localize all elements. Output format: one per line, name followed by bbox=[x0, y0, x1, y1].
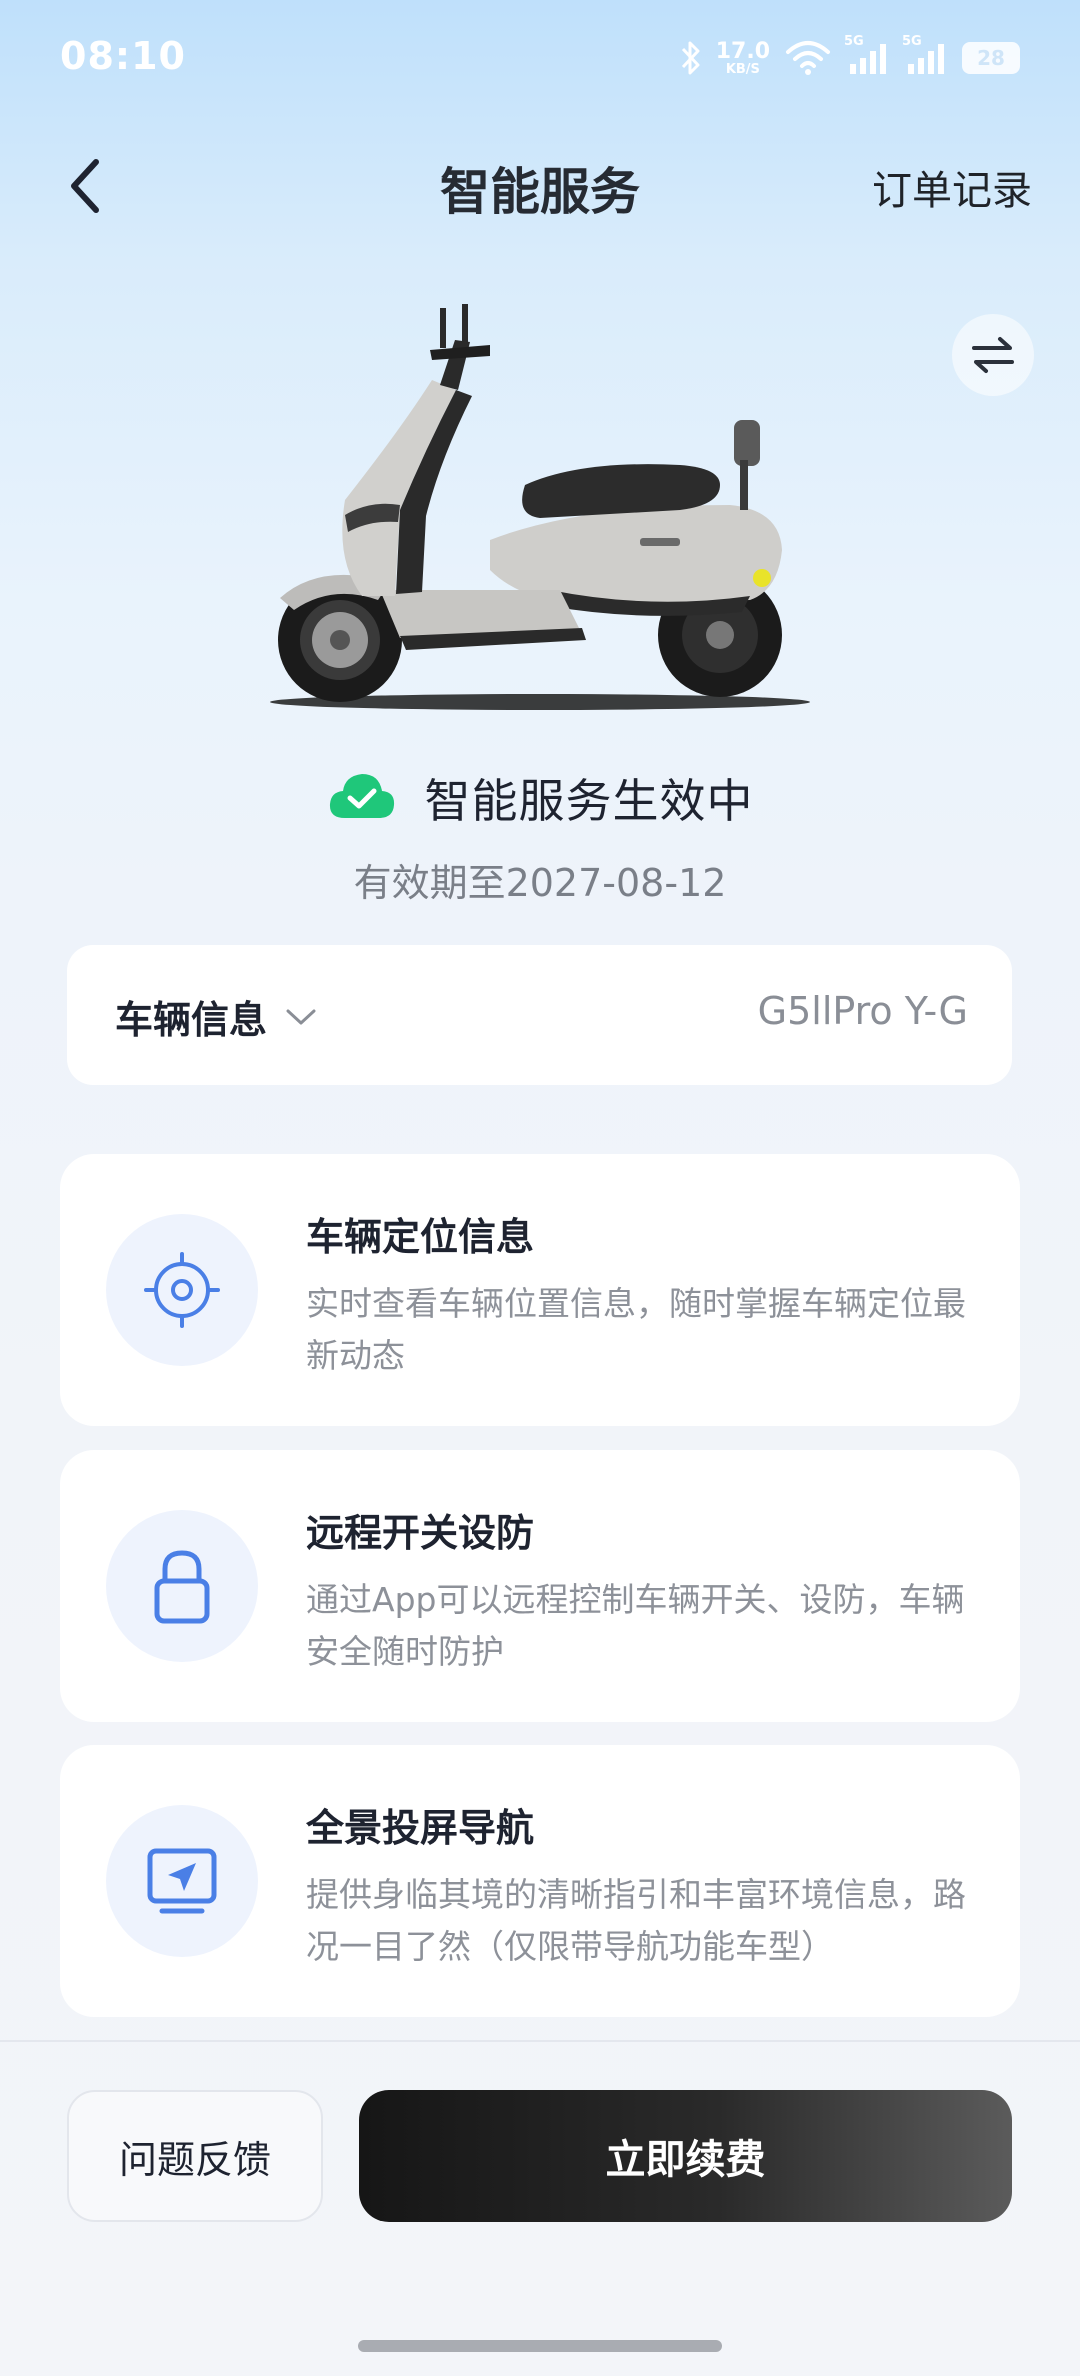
feedback-button[interactable]: 问题反馈 bbox=[67, 2090, 323, 2222]
bluetooth-icon bbox=[680, 39, 702, 77]
scooter-image bbox=[250, 300, 830, 720]
signal-icon-sim1: 5G bbox=[844, 34, 890, 76]
service-card-remote-lock[interactable]: 远程开关设防 通过App可以远程控制车辆开关、设防，车辆安全随时防护 bbox=[60, 1450, 1020, 1722]
nav-header: 智能服务 订单记录 bbox=[0, 140, 1080, 230]
lock-icon-wrap bbox=[106, 1510, 258, 1662]
battery-icon: 28 bbox=[962, 42, 1020, 74]
vehicle-info-label-wrap: 车辆信息 bbox=[115, 989, 317, 1044]
validity-date: 有效期至2027-08-12 bbox=[353, 861, 727, 905]
chevron-down-icon bbox=[286, 1009, 316, 1024]
vehicle-model: G5llPro Y-G bbox=[757, 989, 968, 1033]
swap-arrows-icon bbox=[972, 337, 1014, 373]
signal-sim1-label: 5G bbox=[844, 34, 864, 49]
navigation-icon-wrap bbox=[106, 1805, 258, 1957]
network-speed-unit: KB/S bbox=[725, 61, 760, 77]
vehicle-info-selector[interactable]: 车辆信息 G5llPro Y-G bbox=[67, 945, 1012, 1085]
service-status-text: 智能服务生效中 bbox=[424, 774, 754, 828]
location-icon-wrap bbox=[106, 1214, 258, 1366]
network-speed-value: 17.0 bbox=[715, 38, 770, 64]
renew-button[interactable]: 立即续费 bbox=[359, 2090, 1012, 2222]
service-title: 车辆定位信息 bbox=[306, 1215, 535, 1259]
switch-vehicle-button[interactable] bbox=[952, 314, 1034, 396]
service-title: 全景投屏导航 bbox=[306, 1806, 535, 1850]
status-bar: 08:10 17.0 KB/S 5G 5G 28 bbox=[0, 0, 1080, 110]
footer-divider bbox=[0, 2040, 1080, 2042]
service-title: 远程开关设防 bbox=[306, 1511, 535, 1555]
service-card-navigation[interactable]: 全景投屏导航 提供身临其境的清晰指引和丰富环境信息，路况一目了然（仅限带导航功能… bbox=[60, 1745, 1020, 2017]
home-indicator[interactable] bbox=[358, 2340, 722, 2352]
service-status-row: 智能服务生效中 bbox=[0, 758, 1080, 838]
status-time: 08:10 bbox=[60, 34, 186, 78]
network-speed: 17.0 KB/S bbox=[715, 38, 770, 77]
status-icons: 17.0 KB/S 5G 5G 28 bbox=[680, 34, 1020, 80]
screen-navigation-icon bbox=[147, 1848, 217, 1914]
signal-sim2-label: 5G bbox=[902, 34, 922, 49]
wifi-icon bbox=[784, 40, 832, 76]
service-description: 通过App可以远程控制车辆开关、设防，车辆安全随时防护 bbox=[306, 1580, 965, 1671]
signal-icon-sim2: 5G bbox=[902, 34, 948, 76]
location-target-icon bbox=[144, 1252, 220, 1328]
vehicle-info-label: 车辆信息 bbox=[115, 998, 268, 1042]
service-description: 提供身临其境的清晰指引和丰富环境信息，路况一目了然（仅限带导航功能车型） bbox=[306, 1875, 966, 1966]
cloud-check-icon bbox=[327, 770, 397, 826]
service-description: 实时查看车辆位置信息，随时掌握车辆定位最新动态 bbox=[306, 1284, 966, 1375]
order-history-link[interactable]: 订单记录 bbox=[872, 158, 1032, 216]
service-card-location[interactable]: 车辆定位信息 实时查看车辆位置信息，随时掌握车辆定位最新动态 bbox=[60, 1154, 1020, 1426]
lock-icon bbox=[154, 1550, 210, 1624]
